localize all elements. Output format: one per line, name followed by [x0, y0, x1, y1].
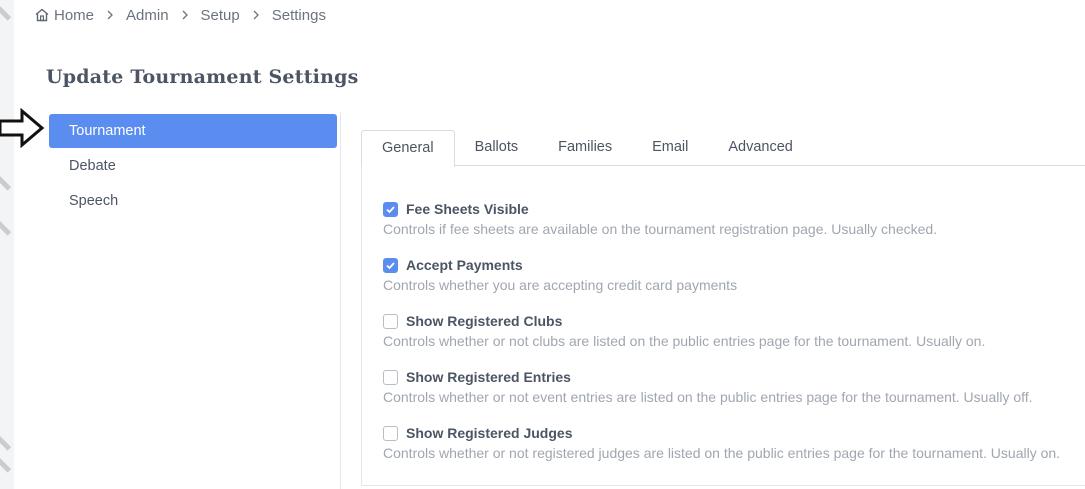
tab-families[interactable]: Families	[538, 130, 632, 166]
setting-show-registered-judges: Show Registered Judges Controls whether …	[383, 423, 1060, 461]
setting-description: Controls whether or not event entries ar…	[383, 389, 1033, 405]
tab-advanced[interactable]: Advanced	[708, 130, 813, 166]
tab-general[interactable]: General	[361, 130, 455, 167]
chevron-right-icon	[106, 10, 114, 20]
breadcrumb-home[interactable]: Home	[54, 7, 94, 24]
tab-email[interactable]: Email	[632, 130, 708, 166]
setting-accept-payments: Accept Payments Controls whether you are…	[383, 255, 737, 293]
edge-decoration	[0, 174, 12, 191]
show-registered-clubs-checkbox[interactable]	[383, 313, 398, 329]
setting-label: Fee Sheets Visible	[406, 201, 529, 217]
settings-tabs: General Ballots Families Email Advanced	[361, 130, 1085, 167]
setting-description: Controls whether or not registered judge…	[383, 445, 1061, 461]
left-edge-strip	[0, 0, 14, 489]
vertical-divider	[340, 112, 341, 489]
show-registered-entries-checkbox[interactable]	[383, 369, 398, 385]
edge-decoration	[0, 4, 12, 21]
check-icon	[386, 261, 395, 269]
setting-description: Controls whether or not clubs are listed…	[383, 333, 986, 349]
sidenav-item-tournament[interactable]: Tournament	[49, 114, 337, 148]
edge-decoration	[0, 434, 12, 451]
fee-sheets-visible-checkbox[interactable]	[383, 201, 398, 217]
setting-label: Show Registered Judges	[406, 425, 573, 441]
sidenav-item-debate[interactable]: Debate	[49, 149, 337, 183]
chevron-right-icon	[181, 10, 189, 20]
general-settings-panel: Fee Sheets Visible Controls if fee sheet…	[361, 166, 1085, 486]
tab-ballots[interactable]: Ballots	[455, 130, 539, 166]
sidenav-item-speech[interactable]: Speech	[49, 184, 337, 218]
accept-payments-checkbox[interactable]	[383, 257, 398, 273]
breadcrumb-settings: Settings	[271, 6, 326, 24]
page-title: Update Tournament Settings	[46, 66, 359, 88]
setting-label: Show Registered Entries	[406, 369, 571, 385]
breadcrumb-setup[interactable]: Setup	[201, 7, 240, 24]
setting-show-registered-clubs: Show Registered Clubs Controls whether o…	[383, 311, 985, 349]
home-icon[interactable]	[34, 7, 50, 23]
breadcrumb-admin[interactable]: Admin	[126, 7, 169, 24]
edge-decoration	[0, 456, 12, 473]
setting-label: Show Registered Clubs	[406, 313, 563, 329]
main-content: Home Admin Setup Settings Update Tournam…	[14, 0, 1085, 489]
arrow-right-outline-icon	[0, 108, 45, 148]
chevron-right-icon	[252, 10, 260, 20]
setting-show-registered-entries: Show Registered Entries Controls whether…	[383, 367, 1033, 405]
edge-decoration	[0, 219, 12, 236]
check-icon	[386, 205, 395, 213]
settings-sidenav: Tournament Debate Speech	[49, 114, 337, 219]
setting-description: Controls whether you are accepting credi…	[383, 277, 738, 293]
show-registered-judges-checkbox[interactable]	[383, 425, 398, 441]
breadcrumb: Home Admin Setup Settings	[34, 5, 326, 25]
setting-label: Accept Payments	[406, 257, 523, 273]
setting-fee-sheets-visible: Fee Sheets Visible Controls if fee sheet…	[383, 199, 937, 237]
setting-description: Controls if fee sheets are available on …	[383, 221, 938, 237]
